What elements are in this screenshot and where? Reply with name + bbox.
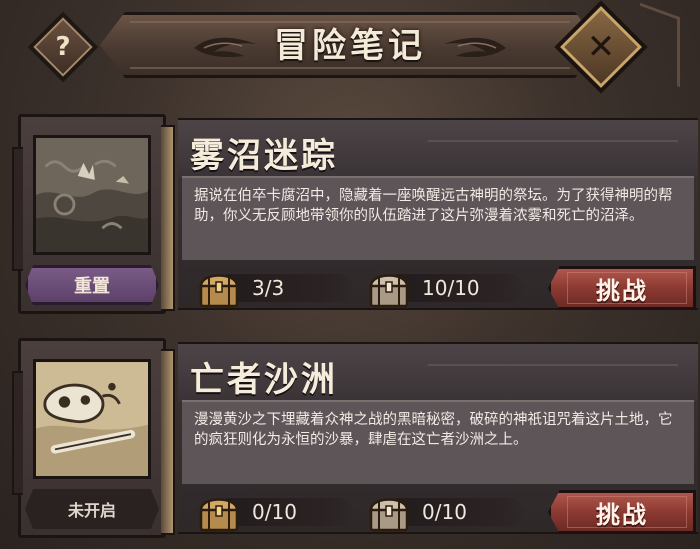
swamp-illustration-icon — [36, 138, 148, 252]
card-reward-row: 0/10 0/10 挑战 — [178, 490, 698, 534]
card-title: 雾沼迷踪 — [190, 136, 338, 176]
card-panel: 雾沼迷踪 据说在伯卒卡腐沼中，隐藏着一座唤醒远古神明的祭坛。为了获得神明的帮助，… — [178, 118, 698, 310]
treasure-chest-icon — [369, 274, 409, 308]
close-x-icon: ✕ — [586, 27, 616, 67]
chest-b-count: 0/10 — [396, 498, 526, 526]
card-book: 重置 — [12, 114, 175, 314]
card-title: 亡者沙洲 — [190, 360, 338, 400]
treasure-chest-icon — [369, 498, 409, 532]
desert-illustration-icon — [36, 362, 148, 476]
chest-a-count: 3/3 — [226, 274, 356, 302]
adventure-card-swamp: 重置 雾沼迷踪 据说在伯卒卡腐沼中，隐藏着一座唤醒远古神明的祭坛。为了获得神明的… — [12, 114, 700, 314]
treasure-chest-icon — [199, 498, 239, 532]
card-book: 未开启 — [12, 338, 175, 538]
card-illustration-swamp — [33, 135, 151, 255]
corner-decoration — [640, 2, 680, 88]
treasure-chest-icon — [199, 274, 239, 308]
chest-b-count: 10/10 — [396, 274, 526, 302]
locked-status-label: 未开启 — [25, 489, 159, 529]
header-bar: ? 冒险笔记 ✕ — [0, 0, 700, 94]
card-reward-row: 3/3 10/10 挑战 — [178, 266, 698, 310]
card-description: 据说在伯卒卡腐沼中，隐藏着一座唤醒远古神明的祭坛。为了获得神明的帮助，你义无反顾… — [182, 176, 694, 260]
challenge-button[interactable]: 挑战 — [548, 490, 696, 534]
card-description: 漫漫黄沙之下埋藏着众神之战的黑暗秘密，破碎的神祇诅咒着这片土地，它的疯狂则化为永… — [182, 400, 694, 484]
wing-ornament-icon — [444, 37, 506, 58]
challenge-button[interactable]: 挑战 — [548, 266, 696, 310]
card-illustration-desert — [33, 359, 151, 479]
chest-a-count: 0/10 — [226, 498, 356, 526]
adventure-card-desert: 未开启 亡者沙洲 漫漫黄沙之下埋藏着众神之战的黑暗秘密，破碎的神祇诅咒着这片土地… — [12, 338, 700, 538]
reset-button[interactable]: 重置 — [25, 265, 159, 305]
card-panel: 亡者沙洲 漫漫黄沙之下埋藏着众神之战的黑暗秘密，破碎的神祇诅咒着这片土地，它的疯… — [178, 342, 698, 534]
